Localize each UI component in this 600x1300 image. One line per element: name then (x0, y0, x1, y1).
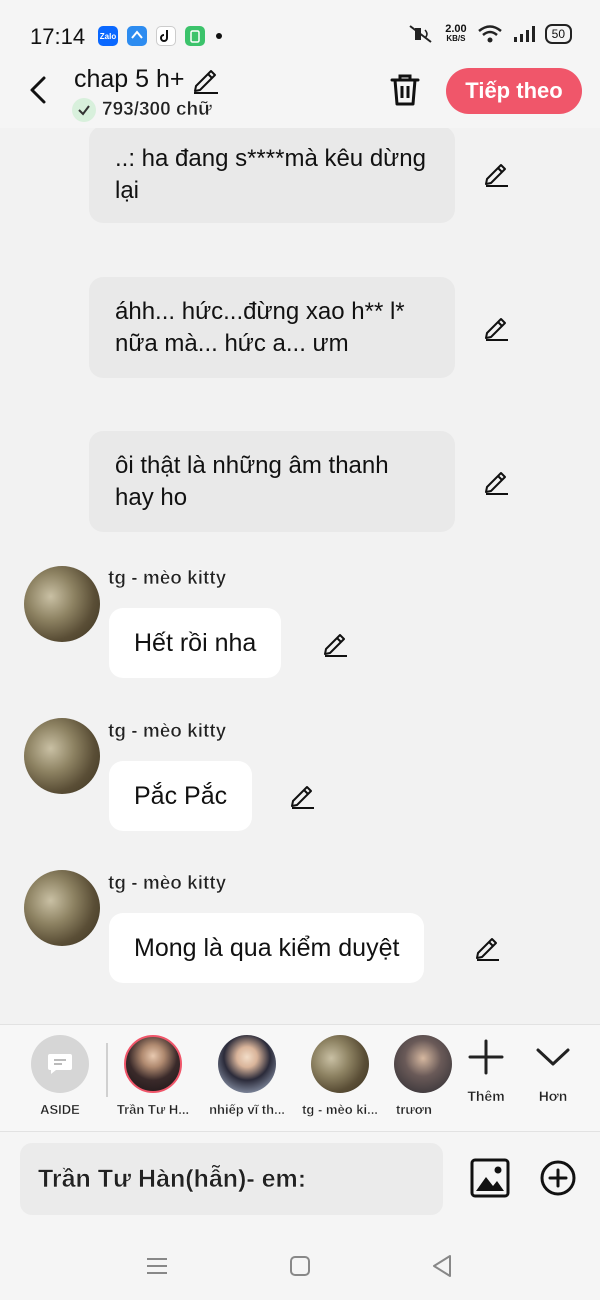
divider (106, 1043, 108, 1097)
edit-icon[interactable] (483, 467, 511, 495)
narration-text: ôi thật là những âm thanh hay ho (115, 451, 389, 511)
more-label: Hơn (538, 1088, 568, 1104)
plus-icon (468, 1039, 504, 1075)
character-aside[interactable]: ASIDE (20, 1035, 100, 1117)
add-circle-icon[interactable] (539, 1159, 577, 1197)
status-right: 2.00 KB/S 50 (407, 24, 572, 44)
edit-icon[interactable] (483, 313, 511, 341)
zalo-icon: Zalo (98, 26, 118, 46)
character-name: trươn (396, 1102, 432, 1117)
wifi-icon (477, 25, 502, 43)
edit-icon[interactable] (322, 629, 350, 657)
message-bubble[interactable]: Hết rồi nha (109, 608, 282, 678)
pencil-icon[interactable] (191, 64, 221, 94)
image-icon[interactable] (470, 1158, 510, 1198)
word-count: 793/300 chữ (102, 99, 212, 120)
message-text: Mong là qua kiểm duyệt (134, 933, 400, 962)
character-item[interactable]: trươn (394, 1035, 452, 1117)
character-avatar (394, 1035, 452, 1093)
narration-bubble[interactable]: ôi thật là những âm thanh hay ho (89, 431, 455, 532)
word-count-row: 793/300 chữ (72, 98, 212, 122)
message-bubble[interactable]: Mong là qua kiểm duyệt (109, 913, 425, 983)
mute-icon (409, 25, 432, 43)
back-button[interactable] (20, 70, 56, 110)
back-nav-button[interactable] (428, 1252, 456, 1280)
speaker-name: tg - mèo kitty (108, 873, 227, 895)
message-text: Hết rồi nha (134, 628, 257, 657)
character-name: ASIDE (40, 1102, 80, 1117)
character-item[interactable]: nhiếp vĩ th... (207, 1035, 287, 1117)
notification-icons: Zalo (98, 26, 222, 46)
character-avatar (124, 1035, 182, 1093)
narration-text: áhh... hức...đừng xao h** l* nữa mà... h… (115, 297, 405, 357)
character-avatar (218, 1035, 276, 1093)
narration-text: ..: ha đang s****mà kêu dừng lại (115, 144, 426, 204)
add-label: Thêm (467, 1088, 505, 1104)
signal-icon (513, 26, 535, 42)
avatar[interactable] (24, 566, 100, 642)
delete-button[interactable] (386, 70, 424, 110)
character-name: nhiếp vĩ th... (209, 1102, 285, 1117)
triangle-back-icon (433, 1255, 451, 1277)
input-text: Trần Tư Hàn(hẫn)- em: (38, 1164, 307, 1193)
chevron-down-icon (536, 1048, 570, 1066)
edit-icon[interactable] (483, 159, 511, 187)
home-icon (290, 1256, 310, 1276)
messenger-icon (127, 26, 147, 46)
battery-indicator: 50 (544, 24, 572, 44)
character-item[interactable]: Trần Tư H... (113, 1035, 193, 1117)
status-time: 17:14 (30, 24, 86, 49)
message-input[interactable]: Trần Tư Hàn(hẫn)- em: (20, 1143, 443, 1215)
speaker-name: tg - mèo kitty (108, 568, 227, 590)
character-avatar (311, 1035, 369, 1093)
narration-bubble[interactable]: ..: ha đang s****mà kêu dừng lại (89, 128, 455, 223)
system-nav-bar (0, 1228, 600, 1300)
narration-bubble[interactable]: áhh... hức...đừng xao h** l* nữa mà... h… (89, 277, 455, 378)
message-bubble[interactable]: Pắc Pắc (109, 761, 253, 831)
trash-icon (390, 74, 420, 106)
check-icon (72, 98, 96, 122)
tiktok-icon (156, 26, 176, 46)
add-character-button[interactable]: Thêm (456, 1039, 516, 1104)
chat-bubble-icon (48, 1054, 72, 1074)
aside-avatar (31, 1035, 89, 1093)
character-name: tg - mèo ki... (302, 1102, 378, 1117)
avatar[interactable] (24, 870, 100, 946)
character-item[interactable]: tg - mèo ki... (300, 1035, 380, 1117)
message-text: Pắc Pắc (134, 781, 228, 810)
input-area: Trần Tư Hàn(hẫn)- em: (0, 1132, 600, 1228)
menu-icon (147, 1258, 167, 1274)
edit-icon[interactable] (289, 781, 317, 809)
header: chap 5 h+ 793/300 chữ Tiếp theo (0, 56, 600, 128)
character-name: Trần Tư H... (116, 1102, 190, 1117)
character-bar[interactable]: ASIDE Trần Tư H... nhiếp vĩ th... tg - m… (0, 1024, 600, 1132)
chevron-left-icon (30, 76, 46, 104)
battery-saver-icon (185, 26, 205, 46)
net-speed: 2.00 KB/S (445, 23, 467, 44)
more-button[interactable]: Hơn (523, 1039, 583, 1104)
avatar[interactable] (24, 718, 100, 794)
title-row[interactable]: chap 5 h+ (74, 64, 221, 94)
home-button[interactable] (286, 1252, 314, 1280)
edit-icon[interactable] (474, 933, 502, 961)
speaker-name: tg - mèo kitty (108, 721, 227, 743)
menu-button[interactable] (143, 1252, 171, 1280)
chat-area[interactable]: ..: ha đang s****mà kêu dừng lại áhh... … (0, 128, 600, 1024)
chapter-title: chap 5 h+ (74, 64, 185, 93)
more-notifications-dot (216, 33, 222, 39)
next-button[interactable]: Tiếp theo (446, 68, 582, 114)
